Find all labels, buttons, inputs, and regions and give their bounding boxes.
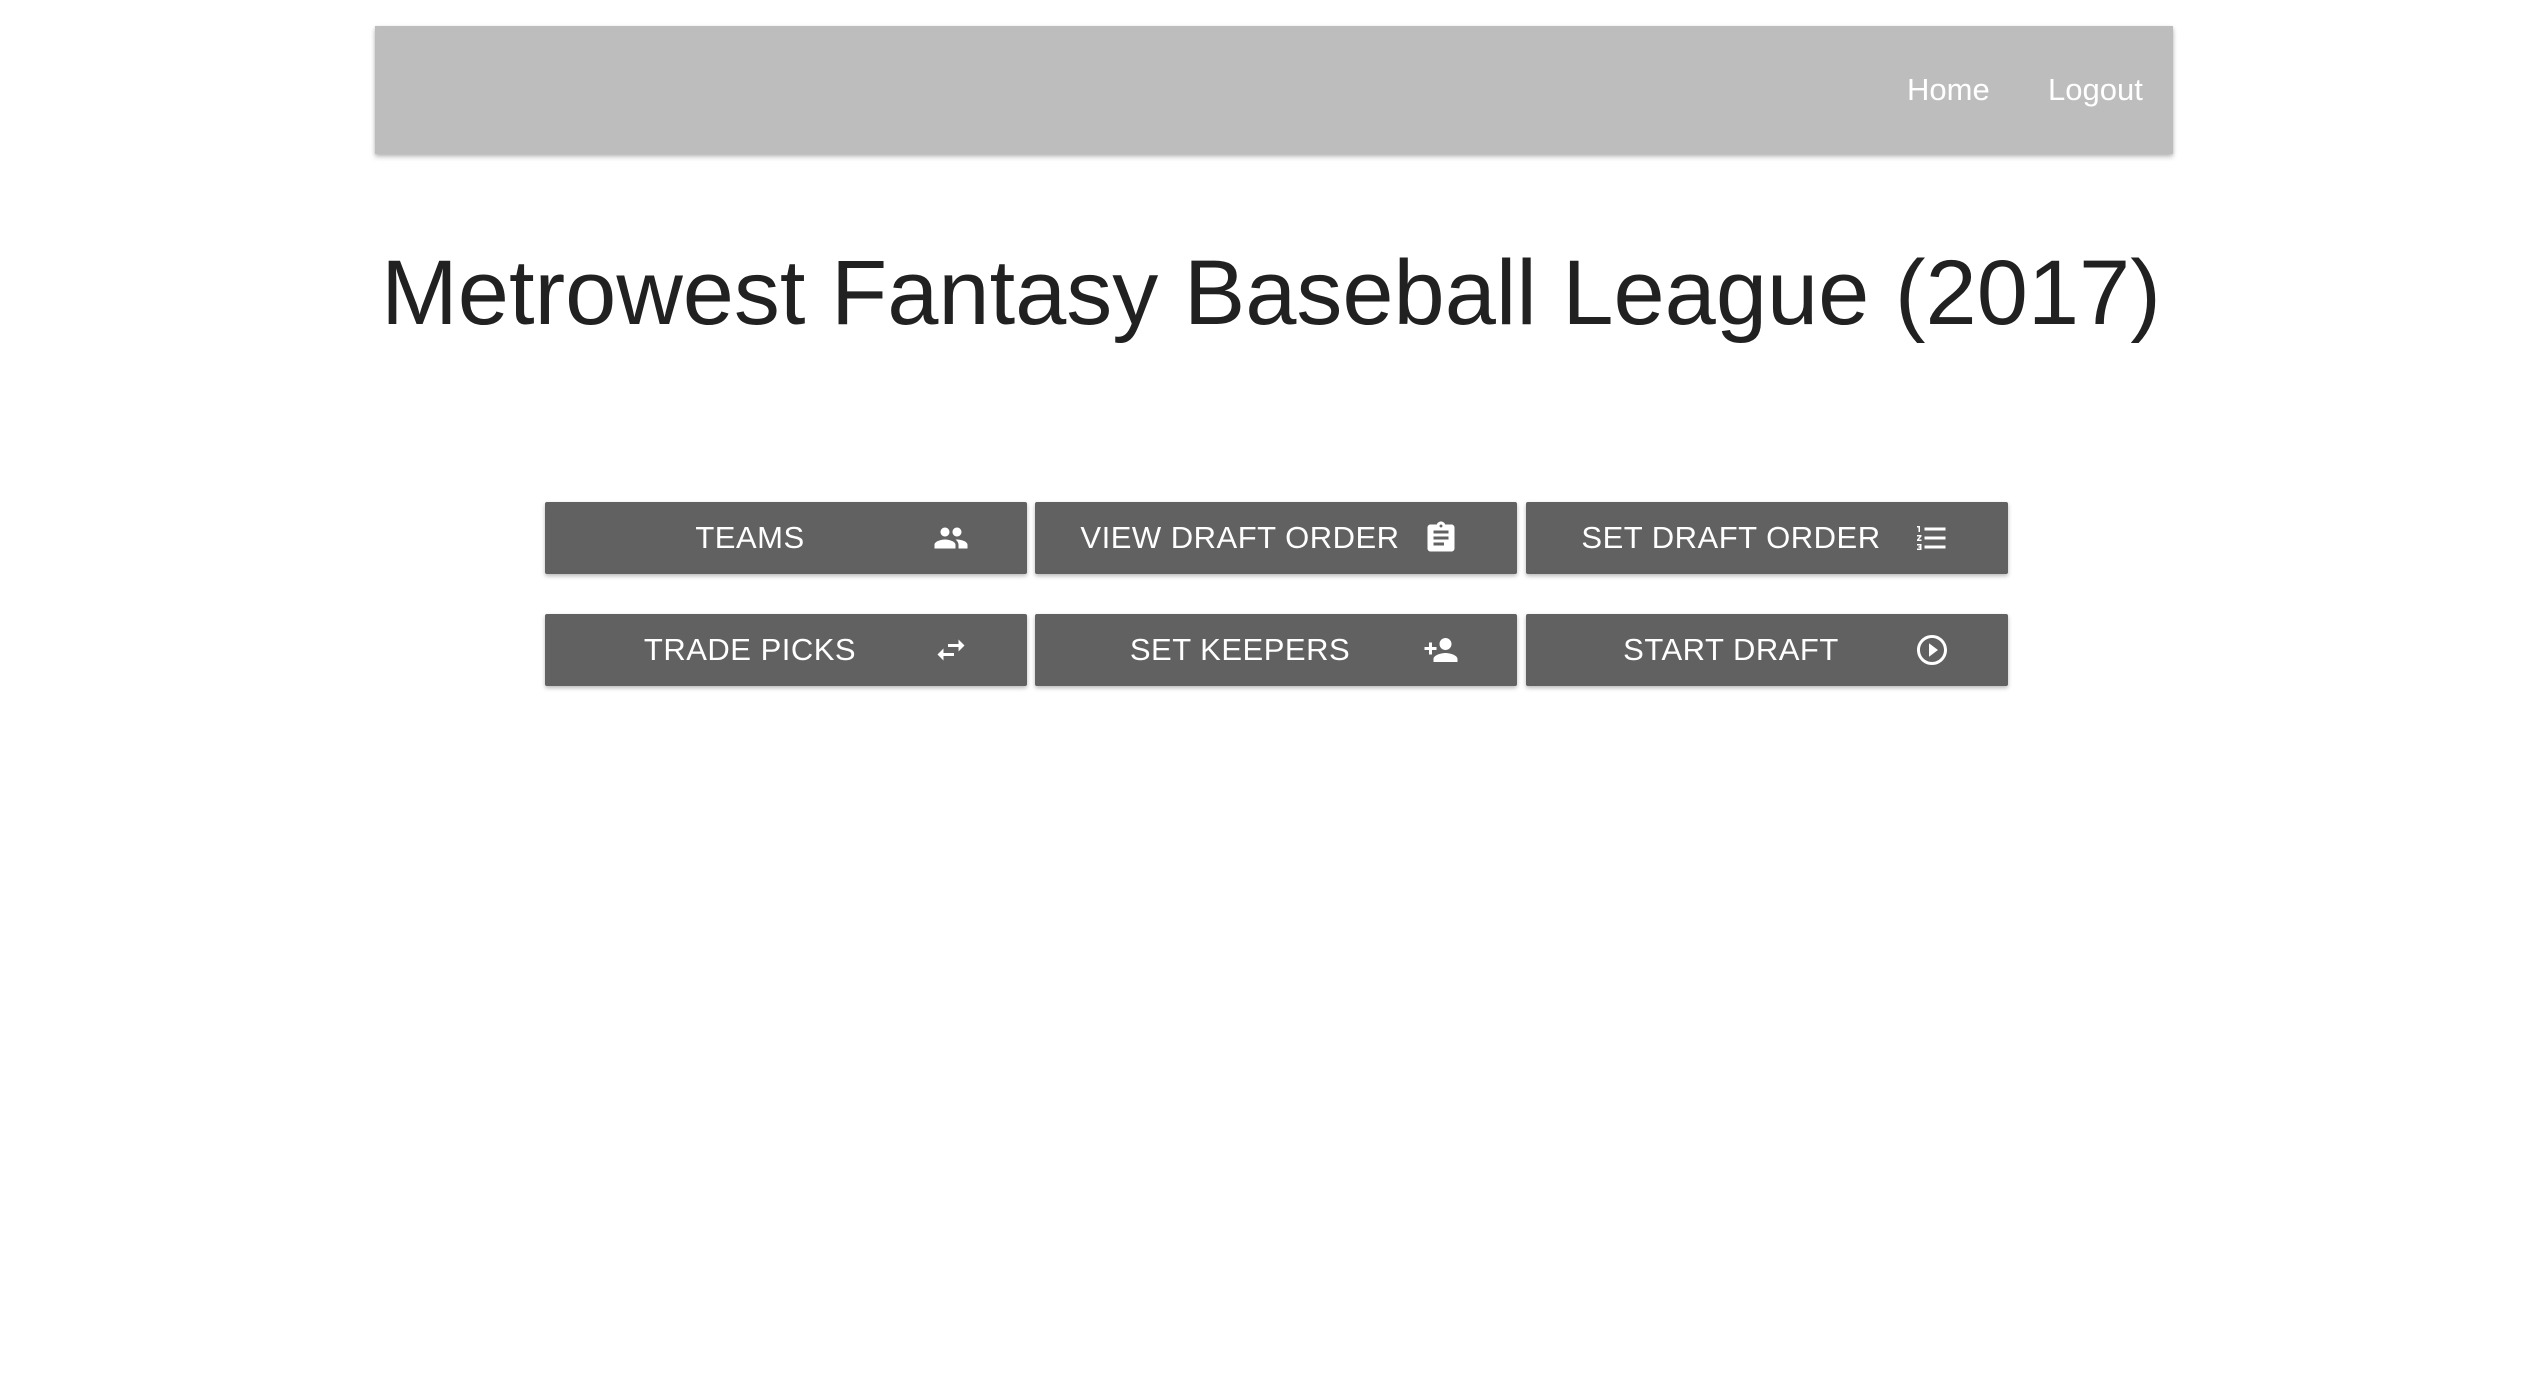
start-draft-button[interactable]: START DRAFT [1526, 614, 2008, 686]
set-draft-order-button[interactable]: SET DRAFT ORDER [1526, 502, 2008, 574]
set-keepers-button[interactable]: SET KEEPERS [1035, 614, 1517, 686]
clipboard-icon [1423, 520, 1459, 556]
trade-picks-button-label: TRADE PICKS [643, 632, 857, 667]
set-draft-order-button-label: SET DRAFT ORDER [1581, 520, 1881, 555]
teams-button-label: TEAMS [695, 520, 805, 555]
view-draft-order-button-label: VIEW DRAFT ORDER [1080, 520, 1400, 555]
trade-picks-button[interactable]: TRADE PICKS [545, 614, 1027, 686]
teams-button[interactable]: TEAMS [545, 502, 1027, 574]
top-navbar: Home Logout [375, 26, 2173, 154]
swap-arrows-icon [933, 632, 969, 668]
nav-logout-link[interactable]: Logout [2048, 26, 2143, 154]
numbered-list-icon [1914, 520, 1950, 556]
page-title: Metrowest Fantasy Baseball League (2017) [381, 242, 2161, 344]
people-icon [933, 520, 969, 556]
play-circle-icon [1914, 632, 1950, 668]
add-person-icon [1423, 632, 1459, 668]
start-draft-button-label: START DRAFT [1623, 632, 1839, 667]
set-keepers-button-label: SET KEEPERS [1129, 632, 1351, 667]
nav-home-link[interactable]: Home [1907, 26, 1990, 154]
view-draft-order-button[interactable]: VIEW DRAFT ORDER [1035, 502, 1517, 574]
